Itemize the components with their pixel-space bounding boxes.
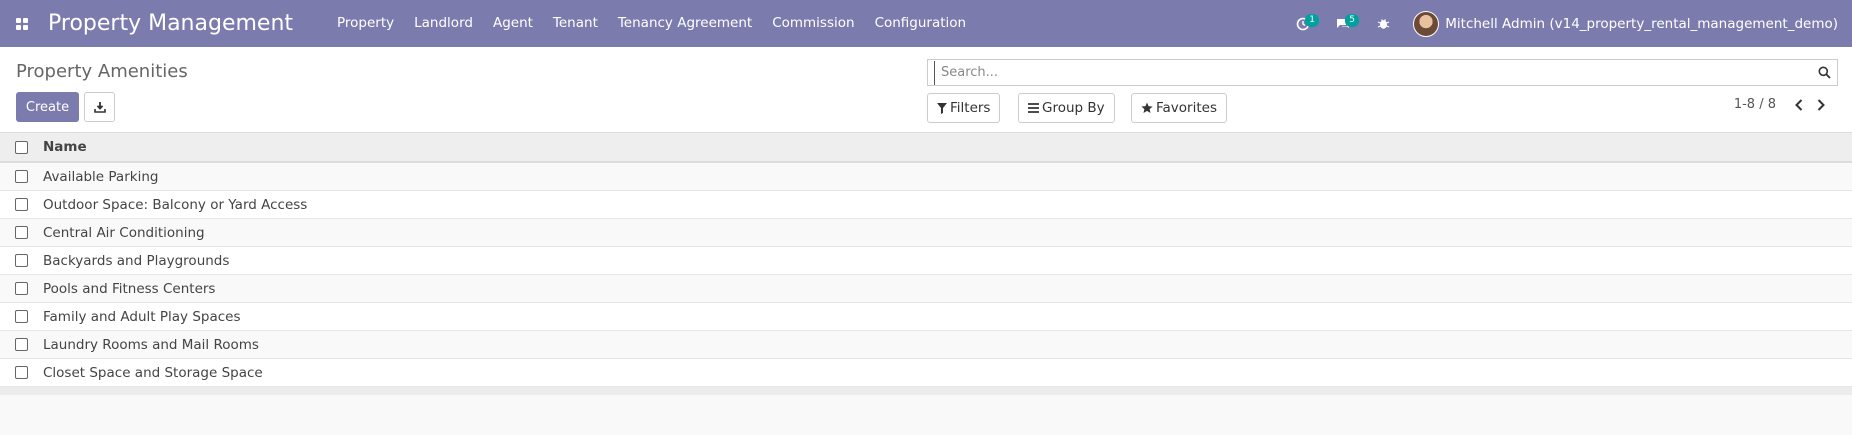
table-row[interactable]: Family and Adult Play Spaces [0, 303, 1852, 331]
row-name: Backyards and Playgrounds [43, 252, 230, 269]
group-by-label: Group By [1042, 100, 1105, 116]
table-row[interactable]: Available Parking [0, 163, 1852, 191]
create-button[interactable]: Create [16, 92, 79, 122]
control-panel: Property Amenities Create Filters Group … [0, 47, 1852, 133]
row-checkbox[interactable] [15, 366, 28, 379]
row-checkbox[interactable] [15, 254, 28, 267]
bars-icon [1028, 103, 1039, 113]
chevron-left-icon [1795, 98, 1803, 111]
row-checkbox[interactable] [15, 198, 28, 211]
filter-icon [937, 102, 947, 114]
list-footer [0, 387, 1852, 395]
activity-button[interactable]: 1 [1283, 0, 1323, 47]
filters-button[interactable]: Filters [927, 93, 1001, 123]
row-checkbox[interactable] [15, 170, 28, 183]
row-checkbox[interactable] [15, 310, 28, 323]
chevron-right-icon [1817, 98, 1825, 111]
menu-landlord[interactable]: Landlord [404, 0, 483, 47]
row-name: Central Air Conditioning [43, 224, 205, 241]
page-title: Property Amenities [16, 61, 188, 82]
menu-commission[interactable]: Commission [762, 0, 864, 47]
row-checkbox[interactable] [15, 226, 28, 239]
search-icon [1818, 66, 1831, 79]
table-row[interactable]: Pools and Fitness Centers [0, 275, 1852, 303]
row-name: Family and Adult Play Spaces [43, 308, 241, 325]
star-icon [1141, 102, 1153, 113]
list-header: Name [0, 133, 1852, 163]
row-checkbox[interactable] [15, 282, 28, 295]
pager-value[interactable]: 1-8 / 8 [1734, 97, 1776, 112]
filters-label: Filters [950, 100, 991, 116]
bug-icon [1377, 19, 1389, 29]
list-view: Name Available Parking Outdoor Space: Ba… [0, 133, 1852, 395]
favorites-button[interactable]: Favorites [1131, 93, 1227, 123]
row-name: Closet Space and Storage Space [43, 364, 263, 381]
systray: 1 5 Mitchell Admin (v14_property_rental_… [1283, 0, 1838, 47]
favorites-label: Favorites [1156, 100, 1217, 116]
menu-agent[interactable]: Agent [483, 0, 543, 47]
search-button[interactable] [1811, 66, 1837, 79]
menu-tenant[interactable]: Tenant [543, 0, 608, 47]
table-row[interactable]: Closet Space and Storage Space [0, 359, 1852, 387]
app-brand[interactable]: Property Management [48, 11, 293, 36]
menu-property[interactable]: Property [327, 0, 404, 47]
debug-button[interactable] [1363, 0, 1403, 47]
menu-configuration[interactable]: Configuration [865, 0, 977, 47]
messages-badge: 5 [1345, 14, 1359, 27]
column-header-name[interactable]: Name [43, 139, 87, 155]
grid-icon [16, 17, 28, 30]
row-name: Available Parking [43, 168, 159, 185]
user-avatar[interactable] [1413, 10, 1440, 37]
apps-menu-button[interactable] [0, 0, 34, 47]
pager-previous[interactable] [1788, 98, 1810, 111]
row-name: Laundry Rooms and Mail Rooms [43, 336, 259, 353]
user-menu[interactable]: Mitchell Admin (v14_property_rental_mana… [1445, 16, 1838, 32]
table-row[interactable]: Laundry Rooms and Mail Rooms [0, 331, 1852, 359]
row-checkbox[interactable] [15, 338, 28, 351]
row-name: Outdoor Space: Balcony or Yard Access [43, 196, 308, 213]
export-button[interactable] [84, 92, 115, 122]
table-row[interactable]: Backyards and Playgrounds [0, 247, 1852, 275]
list-body: Available Parking Outdoor Space: Balcony… [0, 163, 1852, 387]
group-by-button[interactable]: Group By [1018, 93, 1115, 123]
download-icon [93, 102, 106, 113]
search-input[interactable] [934, 60, 1811, 85]
table-row[interactable]: Outdoor Space: Balcony or Yard Access [0, 191, 1852, 219]
select-all-checkbox[interactable] [15, 140, 28, 154]
pager-next[interactable] [1810, 98, 1832, 111]
row-name: Pools and Fitness Centers [43, 280, 216, 297]
top-navbar: Property Management Property Landlord Ag… [0, 0, 1852, 47]
menu-tenancy-agreement[interactable]: Tenancy Agreement [608, 0, 762, 47]
messages-button[interactable]: 5 [1323, 0, 1363, 47]
select-all-cell [0, 140, 43, 154]
main-menu: Property Landlord Agent Tenant Tenancy A… [327, 0, 976, 47]
table-row[interactable]: Central Air Conditioning [0, 219, 1852, 247]
activity-badge: 1 [1305, 14, 1319, 27]
search-bar [927, 59, 1838, 86]
pager: 1-8 / 8 [1734, 97, 1832, 112]
